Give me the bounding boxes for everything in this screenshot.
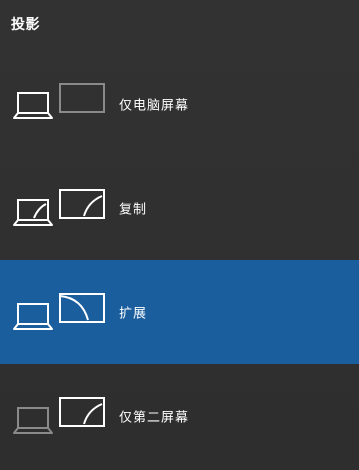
option-second-screen-only[interactable]: 仅第二屏幕 [0, 364, 359, 468]
project-panel: 投影 仅电脑屏幕 复制 扩展 仅第二屏幕 [0, 0, 359, 470]
panel-title: 投影 [11, 17, 40, 33]
duplicate-icon [13, 189, 105, 226]
extend-icon [13, 293, 105, 330]
option-extend[interactable]: 扩展 [0, 260, 359, 364]
option-label: 仅电脑屏幕 [119, 98, 190, 114]
option-duplicate[interactable]: 复制 [0, 156, 359, 260]
pc-screen-only-icon [13, 83, 105, 119]
option-pc-screen-only[interactable]: 仅电脑屏幕 [0, 52, 359, 156]
option-label: 扩展 [119, 306, 148, 322]
second-screen-only-icon [13, 397, 105, 434]
option-label: 仅第二屏幕 [119, 410, 190, 426]
option-label: 复制 [119, 202, 148, 218]
